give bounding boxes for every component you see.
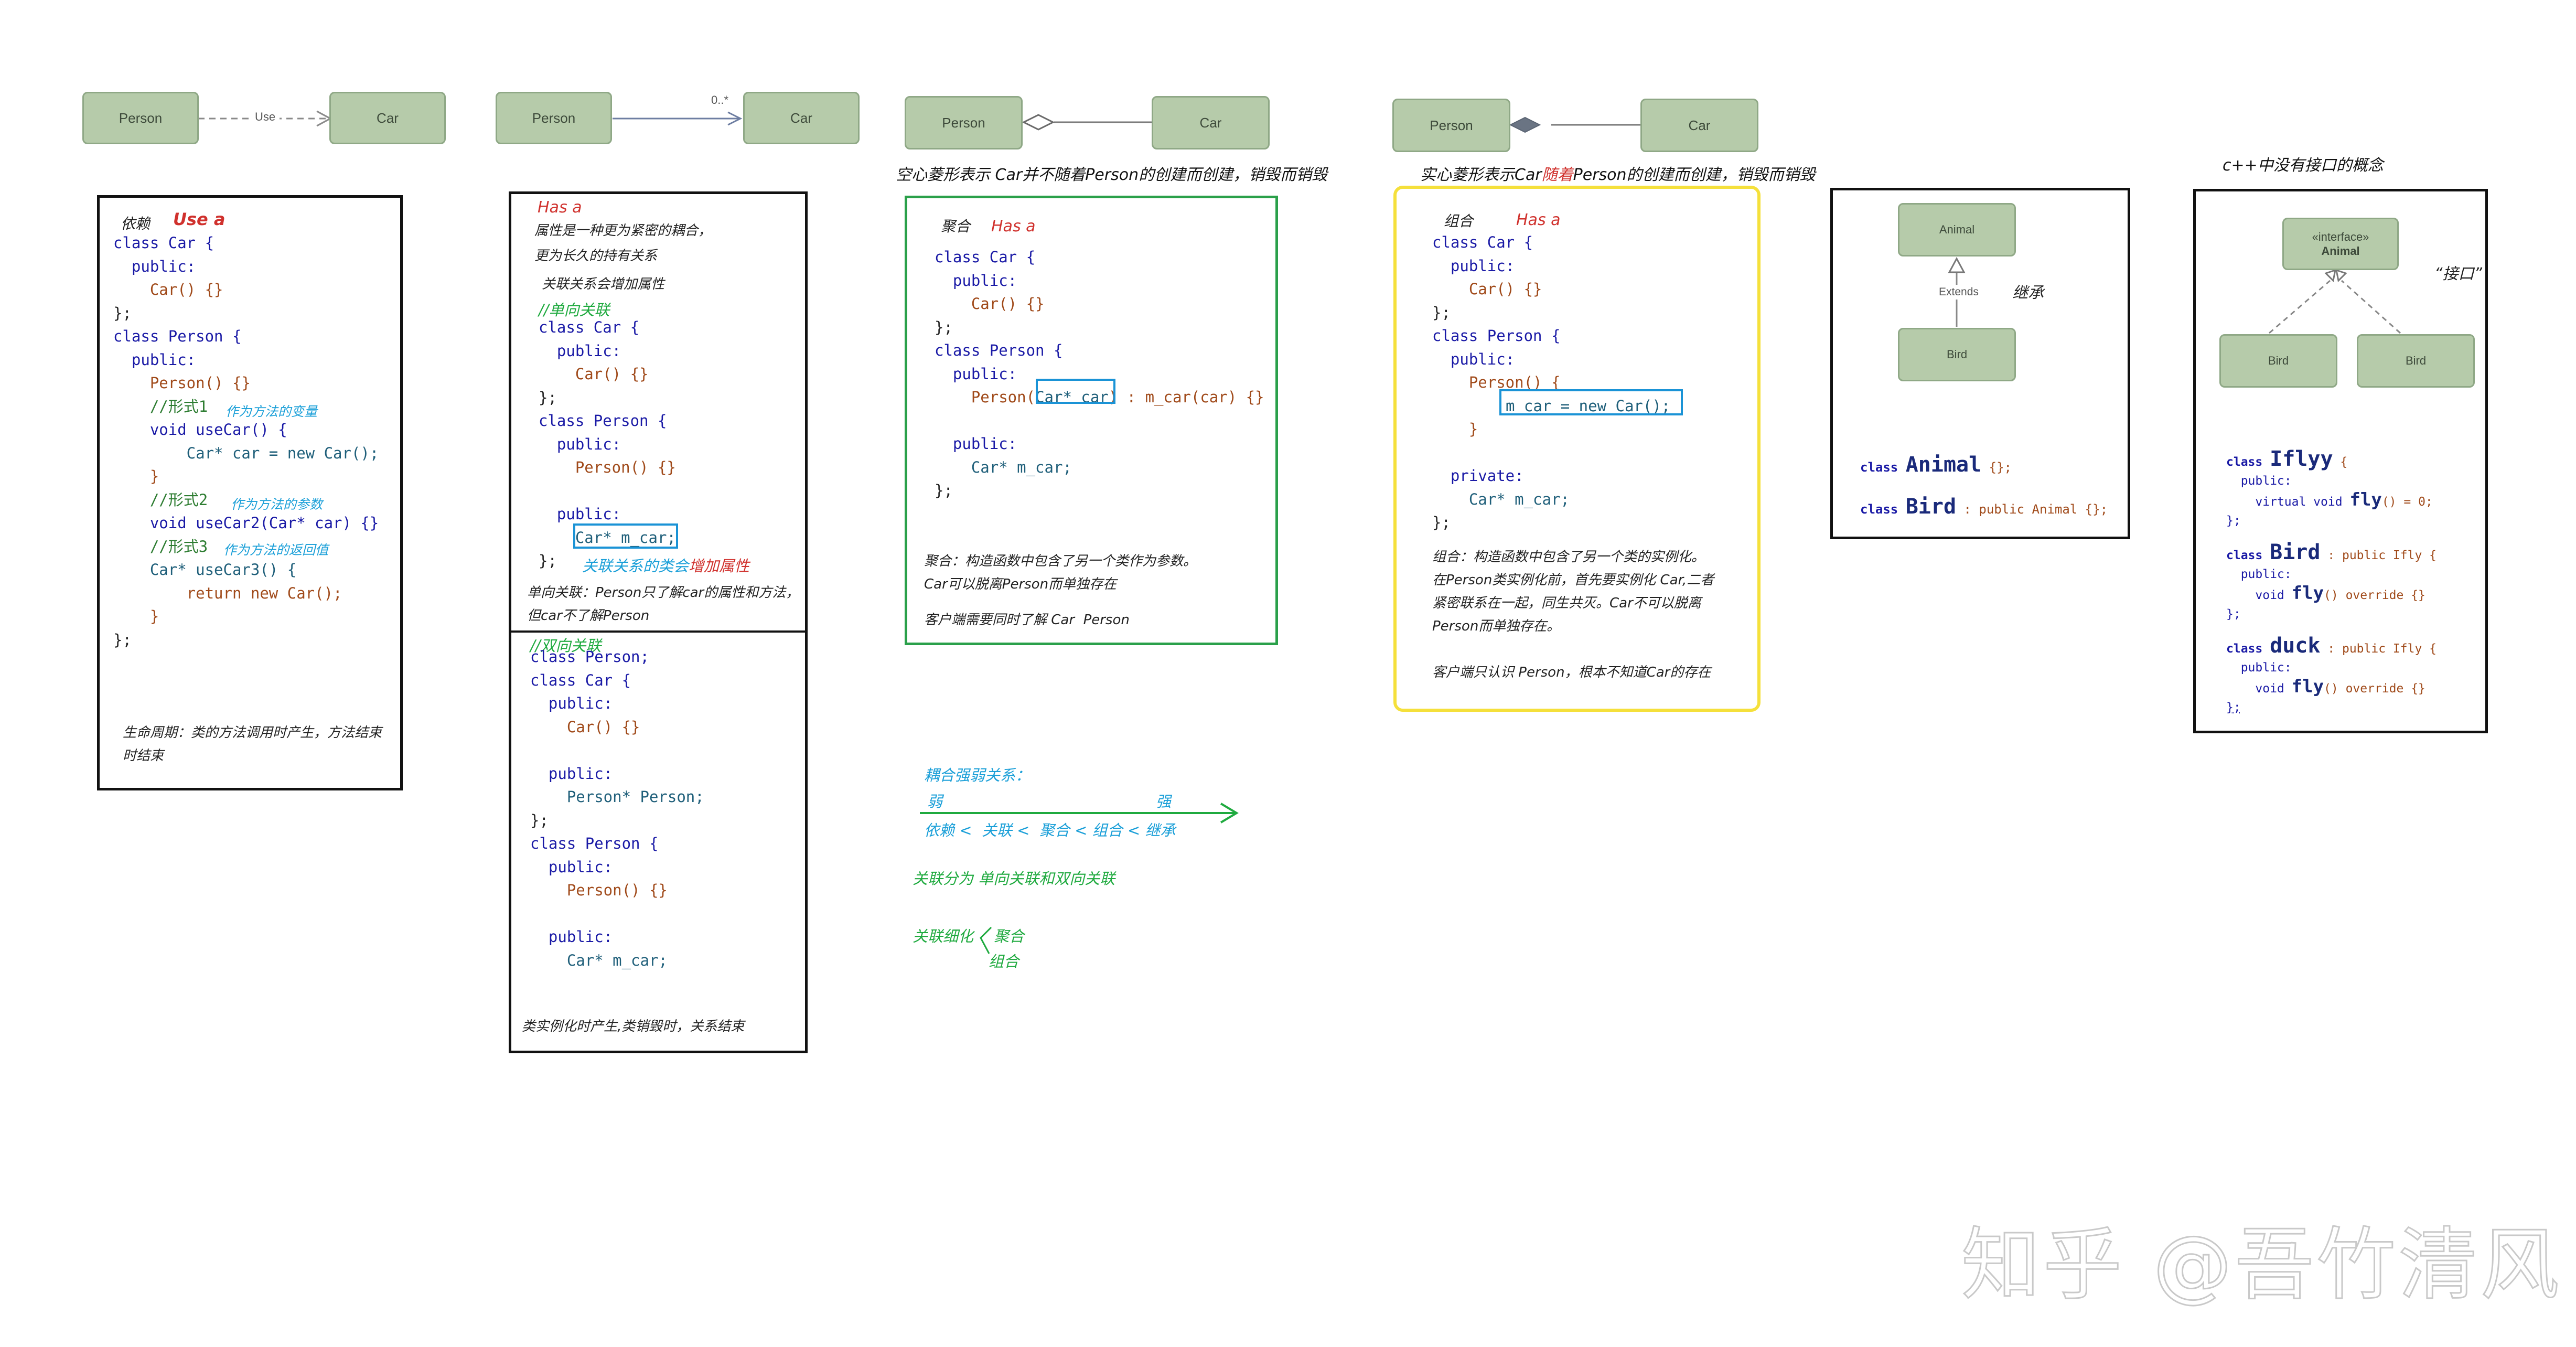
- aggregation-code: class Car { public: Car() {}}; class Pers…: [935, 248, 1264, 499]
- interface-animal-class[interactable]: «interface» Animal: [2282, 218, 2399, 270]
- interface-bird-class-1[interactable]: Bird: [2219, 334, 2337, 388]
- d1-use-label: Use: [251, 110, 280, 124]
- inheritance-label: 继承: [2012, 284, 2044, 302]
- d4-caption-b: 随着: [1541, 166, 1573, 184]
- aggregation-panel: 聚合 Has a class Car { public: Car() {}}; c…: [905, 196, 1278, 645]
- aggregation-title: 聚合: [941, 218, 971, 235]
- d4-caption: 实心菱形表示Car随着Person的创建而创建，销毁而销毁: [1420, 162, 1816, 185]
- composition-tag: Has a: [1516, 211, 1561, 229]
- interface-panel: «interface» Animal “接口” Bird Bird class …: [2193, 189, 2488, 733]
- member-highlight: [573, 523, 678, 549]
- composition-code: class Car { public: Car() {}}; class Pers…: [1432, 233, 1671, 531]
- aggregation-footnote: 聚合：构造函数中包含了另一个类作为参数。 Car可以脱离Person而单独存在 客户…: [924, 553, 1197, 628]
- bird-class[interactable]: Bird: [1898, 328, 2016, 381]
- coupling-order: 依赖 < 关联 < 聚合 < 组合 < 继承: [924, 821, 1176, 839]
- dependency-tag: Use a: [173, 209, 226, 229]
- d2-car-class[interactable]: Car: [743, 92, 860, 144]
- association-divider: [511, 630, 805, 633]
- refine-aggregation: 聚合: [994, 927, 1025, 945]
- animal-class[interactable]: Animal: [1898, 203, 2016, 256]
- association-tag: Has a: [538, 198, 582, 217]
- duck-impl-code: class duck : public Ifly { public: void …: [2226, 634, 2437, 714]
- d4-caption-c: Person的创建而创建，销毁而销毁: [1573, 166, 1816, 184]
- composition-footnote: 组合：构造函数中包含了另一个类的实例化。 在Person类实例化前，首先要实例化 …: [1432, 549, 1714, 680]
- d4-person-class[interactable]: Person: [1392, 99, 1510, 152]
- constructor-param-highlight: [1036, 379, 1115, 404]
- d4-car-class[interactable]: Car: [1640, 99, 1758, 152]
- association-annotation: 关联关系的类会增加属性: [582, 557, 750, 575]
- association-panel: Has a 属性是一种更为紧密的耦合， 更为长久的持有关系 关联关系会增加属性 /…: [509, 191, 808, 1053]
- d2-person-class[interactable]: Person: [496, 92, 612, 144]
- association-annotation-red: 增加属性: [689, 557, 750, 575]
- inheritance-panel: Animal Extends 继承 Bird class Animal {}; …: [1830, 188, 2130, 539]
- association-split: 关联分为 单向关联和双向关联: [913, 870, 1115, 888]
- d3-caption: 空心菱形表示 Car并不随着Person的创建而创建，销毁而销毁: [896, 166, 1328, 184]
- form3-annotation: 作为方法的返回值: [223, 542, 329, 558]
- composition-title: 组合: [1444, 212, 1474, 230]
- zhihu-watermark: 知乎 @吾竹清风: [1961, 1219, 2562, 1312]
- association-note: 关联关系会增加属性: [542, 276, 665, 292]
- ifly-code: class Iflyy { public: virtual void fly()…: [2226, 447, 2433, 528]
- animal-code: class Animal {};: [1860, 453, 2012, 477]
- interface-stereotype: «interface»: [2312, 230, 2369, 243]
- interface-name: Animal: [2321, 244, 2360, 258]
- dependency-footnote: 生命周期：类的方法调用时产生，方法结束 时结束: [123, 725, 382, 764]
- bird-impl-code: class Bird : public Ifly { public: void …: [2226, 540, 2437, 621]
- association-intro: 属性是一种更为紧密的耦合， 更为长久的持有关系: [534, 223, 712, 264]
- form1-annotation: 作为方法的变量: [226, 404, 318, 419]
- extends-label: Extends: [1936, 285, 1982, 300]
- aggregation-tag: Has a: [991, 217, 1036, 236]
- interface-caption: c++中没有接口的概念: [2223, 156, 2384, 175]
- interface-bird-class-2[interactable]: Bird: [2357, 334, 2475, 388]
- refine-composition: 组合: [989, 953, 1019, 970]
- association-lifecycle: 类实例化时产生,类销毁时，关系结束: [522, 1019, 745, 1034]
- d2-multiplicity: 0..*: [711, 93, 729, 106]
- dependency-title: 依赖: [121, 215, 151, 232]
- d3-car-class[interactable]: Car: [1152, 96, 1270, 149]
- d4-caption-a: 实心菱形表示Car: [1420, 166, 1542, 184]
- association-footnote: 单向关联：Person只了解car的属性和方法， 但car不了解Person: [527, 585, 800, 624]
- d1-car-class[interactable]: Car: [329, 92, 446, 144]
- d1-person-class[interactable]: Person: [82, 92, 199, 144]
- bird-code: class Bird : public Animal {};: [1860, 495, 2108, 519]
- association-refine: 关联细化: [913, 927, 974, 945]
- interface-quote: “接口”: [2434, 265, 2483, 283]
- double-association-code: class Person; class Car { public: Car() {…: [530, 648, 704, 969]
- coupling-title: 耦合强弱关系：: [924, 766, 1031, 784]
- d3-person-class[interactable]: Person: [905, 96, 1023, 149]
- form2-annotation: 作为方法的参数: [231, 497, 323, 512]
- composition-panel: 组合 Has a class Car { public: Car() {}}; c…: [1393, 186, 1761, 712]
- dependency-panel: 依赖 Use a class Car { public: Car() {}}; c…: [97, 195, 403, 790]
- instantiation-highlight: [1499, 389, 1683, 415]
- dependency-code: class Car { public: Car() {}}; class Pers…: [113, 234, 379, 649]
